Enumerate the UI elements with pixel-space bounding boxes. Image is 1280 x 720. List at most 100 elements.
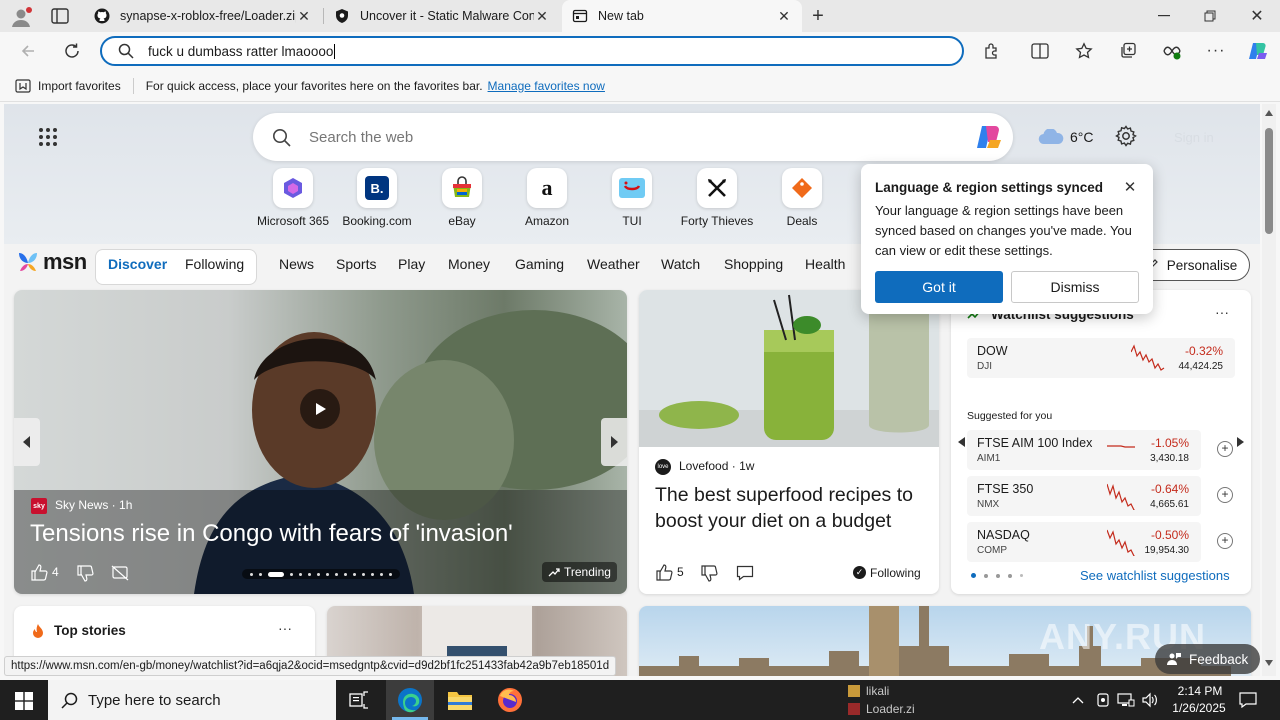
shortcut-forty-thieves[interactable]: Forty Thieves (675, 168, 759, 228)
shortcut-tui[interactable]: TUI (590, 168, 674, 228)
clock-time[interactable]: 2:14 PM (1174, 684, 1226, 698)
watchlist-row-ftse-350[interactable]: FTSE 350 NMX -0.64% 4,665.61 + (967, 476, 1233, 516)
collections-icon[interactable] (1118, 41, 1138, 61)
volume-icon[interactable] (1140, 691, 1160, 709)
got-it-button[interactable]: Got it (875, 271, 1003, 303)
top-stories-title[interactable]: Top stories (54, 623, 126, 638)
close-icon[interactable]: ✕ (296, 8, 312, 24)
watchlist-row-dow[interactable]: DOW DJI -0.32% 44,424.25 (967, 338, 1235, 378)
category-gaming[interactable]: Gaming (515, 256, 564, 272)
split-screen-icon[interactable] (1030, 41, 1050, 61)
firefox-icon[interactable] (496, 686, 524, 714)
manage-favorites-link[interactable]: Manage favorites now (488, 79, 605, 93)
category-watch[interactable]: Watch (661, 256, 700, 272)
refresh-icon[interactable] (62, 41, 82, 61)
dislike-icon[interactable] (76, 564, 94, 582)
top-stories-more-icon[interactable]: ··· (278, 620, 292, 636)
scroll-down-arrow-icon[interactable] (1265, 660, 1273, 666)
comment-icon[interactable] (735, 564, 755, 582)
close-icon[interactable]: ✕ (534, 8, 550, 24)
shortcut-booking[interactable]: B. Booking.com (335, 168, 419, 228)
edge-taskbar-icon[interactable] (396, 686, 424, 714)
carousel-pagination[interactable] (242, 569, 400, 579)
restore-icon[interactable] (1200, 8, 1220, 24)
back-icon[interactable] (18, 41, 38, 61)
hero-headline[interactable]: Tensions rise in Congo with fears of 'in… (30, 520, 513, 548)
dismiss-button[interactable]: Dismiss (1011, 271, 1139, 303)
desktop-item-likali[interactable]: likali (848, 682, 948, 700)
tray-chevron-up-icon[interactable] (1070, 692, 1086, 708)
apps-launcher-icon[interactable] (36, 126, 60, 148)
hero-story-card[interactable]: sky Sky News · 1h Tensions rise in Congo… (14, 290, 627, 594)
watchlist-pagination[interactable] (971, 573, 1023, 578)
tab-actions-icon[interactable] (50, 7, 70, 25)
hide-story-icon[interactable] (110, 564, 130, 582)
desktop-item-loader[interactable]: Loader.zi (848, 700, 948, 718)
taskbar-search-box[interactable]: Type here to search (48, 680, 336, 720)
tab-new-tab[interactable]: New tab ✕ (562, 0, 802, 32)
food-story-card[interactable]: love Lovefood · 1w The best superfood re… (639, 290, 939, 594)
shortcut-amazon[interactable]: a Amazon (505, 168, 589, 228)
tab-following[interactable]: Following (185, 256, 244, 272)
category-news[interactable]: News (279, 256, 314, 272)
category-health[interactable]: Health (805, 256, 845, 272)
category-money[interactable]: Money (448, 256, 490, 272)
watchlist-next-icon[interactable] (1233, 430, 1247, 454)
popup-close-icon[interactable]: ✕ (1121, 178, 1139, 196)
page-scrollbar[interactable] (1262, 104, 1276, 676)
file-explorer-icon[interactable] (446, 688, 474, 712)
like-icon[interactable] (30, 563, 48, 581)
favorites-star-icon[interactable] (1074, 41, 1094, 61)
windows-start-icon[interactable] (14, 691, 34, 711)
food-headline[interactable]: The best superfood recipes to boost your… (655, 482, 925, 534)
category-sports[interactable]: Sports (336, 256, 376, 272)
add-to-watchlist-icon[interactable]: + (1217, 533, 1233, 549)
extensions-icon[interactable] (982, 41, 1002, 61)
watchlist-more-icon[interactable]: ··· (1215, 304, 1229, 320)
copilot-icon[interactable] (1246, 40, 1270, 62)
shortcut-microsoft365[interactable]: Microsoft 365 (251, 168, 335, 228)
new-tab-plus-icon[interactable]: + (808, 5, 828, 27)
msn-logo[interactable]: msn (16, 249, 87, 275)
tab-uncover-it[interactable]: Uncover it - Static Malware Config ✕ (324, 0, 560, 32)
watchlist-row-nasdaq[interactable]: NASDAQ COMP -0.50% 19,954.30 + (967, 522, 1233, 562)
add-to-watchlist-icon[interactable]: + (1217, 441, 1233, 457)
network-icon[interactable] (1116, 691, 1136, 709)
tray-device-icon[interactable] (1094, 691, 1112, 709)
copilot-icon[interactable] (973, 122, 1005, 152)
web-search-box[interactable]: Search the web (253, 113, 1013, 161)
watchlist-row-ftse-aim[interactable]: FTSE AIM 100 Index AIM1 -1.05% 3,430.18 … (967, 430, 1233, 470)
settings-gear-icon[interactable] (1114, 124, 1138, 148)
dislike-icon[interactable] (700, 564, 718, 582)
browser-essentials-icon[interactable] (1162, 41, 1182, 61)
food-following-label[interactable]: Following (870, 566, 921, 580)
import-favorites-button[interactable]: Import favorites (38, 79, 121, 93)
close-icon[interactable]: ✕ (776, 8, 792, 24)
add-to-watchlist-icon[interactable]: + (1217, 487, 1233, 503)
carousel-next-button[interactable] (601, 418, 627, 466)
category-shopping[interactable]: Shopping (724, 256, 783, 272)
shortcut-deals[interactable]: Deals (760, 168, 844, 228)
feedback-button[interactable]: Feedback (1155, 644, 1260, 674)
clock-date[interactable]: 1/26/2025 (1166, 701, 1232, 715)
profile-icon[interactable] (10, 6, 32, 28)
category-weather[interactable]: Weather (587, 256, 640, 272)
carousel-prev-button[interactable] (14, 418, 40, 466)
minimize-icon[interactable] (1154, 8, 1174, 24)
tab-github-loader[interactable]: synapse-x-roblox-free/Loader.zip ✕ (84, 0, 322, 32)
weather-temperature[interactable]: 6°C (1070, 129, 1094, 145)
like-icon[interactable] (655, 563, 673, 581)
tab-discover[interactable]: Discover (108, 256, 167, 272)
scroll-up-arrow-icon[interactable] (1265, 110, 1273, 116)
category-play[interactable]: Play (398, 256, 425, 272)
more-menu-icon[interactable]: ··· (1206, 41, 1226, 61)
notifications-icon[interactable] (1238, 691, 1258, 709)
weather-cloud-icon[interactable] (1038, 128, 1064, 146)
play-video-button[interactable] (300, 389, 340, 429)
sign-in-button[interactable]: Sign in (1174, 130, 1214, 145)
task-view-icon[interactable] (348, 690, 370, 710)
address-bar[interactable]: fuck u dumbass ratter lmaoooo (100, 36, 964, 66)
window-close-icon[interactable]: ✕ (1246, 6, 1268, 26)
shortcut-ebay[interactable]: eBay (420, 168, 504, 228)
see-watchlist-link[interactable]: See watchlist suggestions (1080, 568, 1230, 583)
